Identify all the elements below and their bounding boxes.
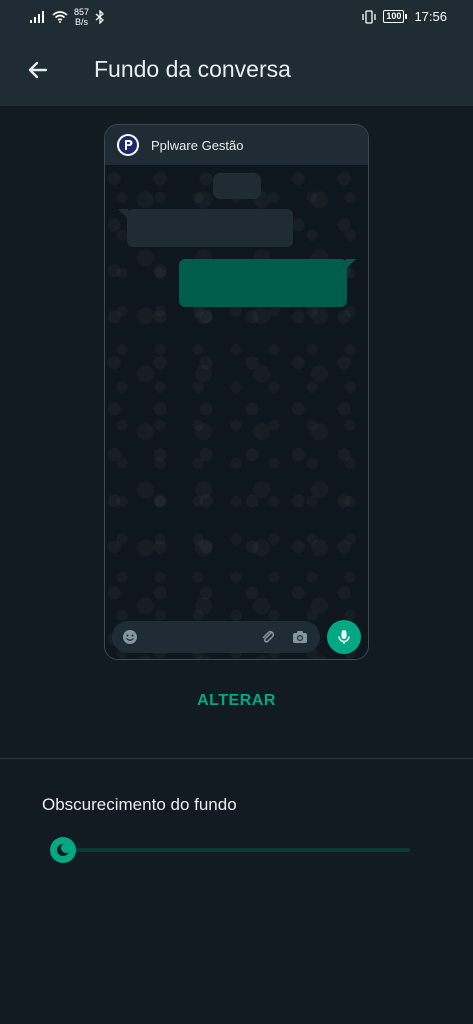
moon-icon xyxy=(57,843,71,856)
net-speed-unit: B/s xyxy=(75,16,89,27)
attach-icon xyxy=(262,630,275,643)
arrow-left-icon xyxy=(28,61,48,78)
preview-header: Pplware Gestão xyxy=(105,125,368,165)
date-chip-placeholder xyxy=(213,173,261,199)
status-left: 857 B/s xyxy=(30,7,105,27)
status-right: 100 17:56 xyxy=(361,9,447,24)
chat-wallpaper xyxy=(105,165,368,659)
wifi-icon xyxy=(52,10,68,23)
app-bar: Fundo da conversa xyxy=(0,33,473,106)
contact-name: Pplware Gestão xyxy=(151,137,244,153)
section-divider xyxy=(0,758,473,759)
dimming-slider-thumb[interactable] xyxy=(50,837,76,863)
camera-icon xyxy=(293,631,307,643)
signal-icon xyxy=(30,10,44,23)
dimming-label: Obscurecimento do fundo xyxy=(42,795,237,814)
mic-button xyxy=(327,620,361,654)
net-speed: 857 B/s xyxy=(74,7,89,27)
net-speed-value: 857 xyxy=(74,6,90,17)
change-wallpaper-button[interactable]: ALTERAR xyxy=(0,692,473,710)
bluetooth-icon xyxy=(95,9,104,24)
incoming-message-bubble xyxy=(118,209,293,247)
status-bar: 857 B/s 100 17:56 xyxy=(0,0,473,33)
emoji-icon xyxy=(123,630,137,644)
dimming-slider-track[interactable] xyxy=(62,848,410,852)
message-input-bar xyxy=(112,621,320,653)
battery-indicator: 100 xyxy=(383,10,408,23)
contact-avatar xyxy=(117,134,139,156)
wallpaper-preview: Pplware Gestão xyxy=(104,124,369,660)
mic-icon xyxy=(338,630,350,644)
outgoing-message-bubble xyxy=(179,259,356,307)
clock: 17:56 xyxy=(414,9,447,24)
vibrate-icon xyxy=(362,9,377,24)
back-button[interactable] xyxy=(20,52,56,88)
page-title: Fundo da conversa xyxy=(94,56,291,82)
pplware-logo-icon xyxy=(119,136,137,154)
